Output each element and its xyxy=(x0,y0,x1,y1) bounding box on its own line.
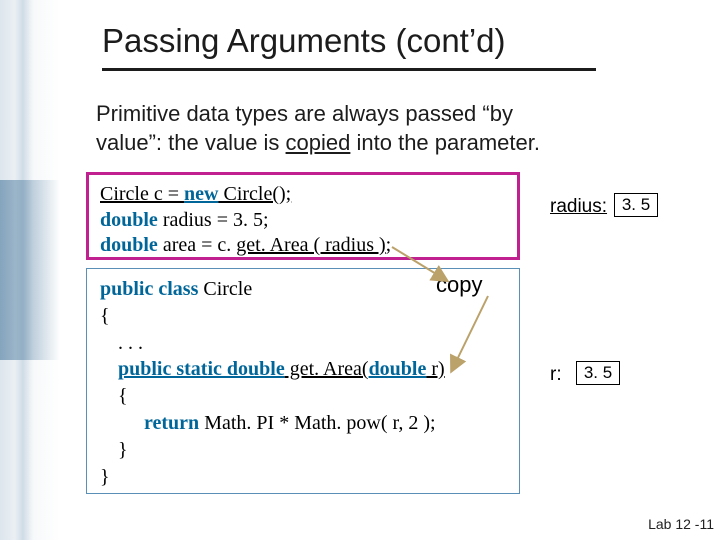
body-line2a: value”: the value is xyxy=(96,130,286,155)
r-label: r: xyxy=(550,364,562,386)
r-value-box: 3. 5 xyxy=(576,361,620,385)
class-def-code: public class Circle { . . . public stati… xyxy=(100,276,540,490)
body-copied: copied xyxy=(286,130,351,155)
code-top-double1: double xyxy=(100,209,158,231)
body-line1: Primitive data types are always passed “… xyxy=(96,101,513,126)
code-bot-l4a: public static double xyxy=(118,358,285,380)
code-top-double2: double xyxy=(100,234,158,256)
code-bot-l7: } xyxy=(100,437,128,464)
code-top-l1a: Circle c = xyxy=(100,183,184,205)
code-bot-l2: { xyxy=(100,305,110,327)
code-top-call: get. Area ( radius ) xyxy=(236,234,385,256)
code-bot-return: return xyxy=(144,412,199,434)
title-underline xyxy=(102,68,596,71)
r-value: 3. 5 xyxy=(584,363,612,383)
code-bot-l4m: get. Area( xyxy=(285,358,369,380)
code-top-l2b: radius = 3. 5; xyxy=(158,209,269,231)
code-bot-l6b: Math. PI * Math. pow( r, 2 ); xyxy=(199,412,435,434)
code-bot-l4c: r) xyxy=(426,358,444,380)
radius-label: radius: xyxy=(550,196,607,218)
code-bot-l4kw2: double xyxy=(369,358,427,380)
slide-content: Passing Arguments (cont’d) Primitive dat… xyxy=(0,0,720,540)
code-bot-l8: } xyxy=(100,466,110,488)
slide-footer: Lab 12 -11 xyxy=(648,516,714,532)
body-line2b: into the parameter. xyxy=(350,130,540,155)
copy-label: copy xyxy=(436,272,482,298)
code-bot-l3: . . . xyxy=(100,330,143,357)
radius-value-box: 3. 5 xyxy=(614,193,658,217)
code-bot-l1a: public class xyxy=(100,278,198,300)
code-top-l3b: area = c. xyxy=(158,234,236,256)
caller-code: Circle c = new Circle(); double radius =… xyxy=(100,182,510,259)
code-top-l3c: ; xyxy=(386,234,392,256)
code-bot-l1b: Circle xyxy=(198,278,252,300)
code-top-new: new xyxy=(184,183,218,205)
code-top-l1b: Circle(); xyxy=(218,183,291,205)
slide-title: Passing Arguments (cont’d) xyxy=(102,22,662,60)
body-text: Primitive data types are always passed “… xyxy=(96,100,666,157)
radius-value: 3. 5 xyxy=(622,195,650,215)
code-bot-l5: { xyxy=(100,383,128,410)
